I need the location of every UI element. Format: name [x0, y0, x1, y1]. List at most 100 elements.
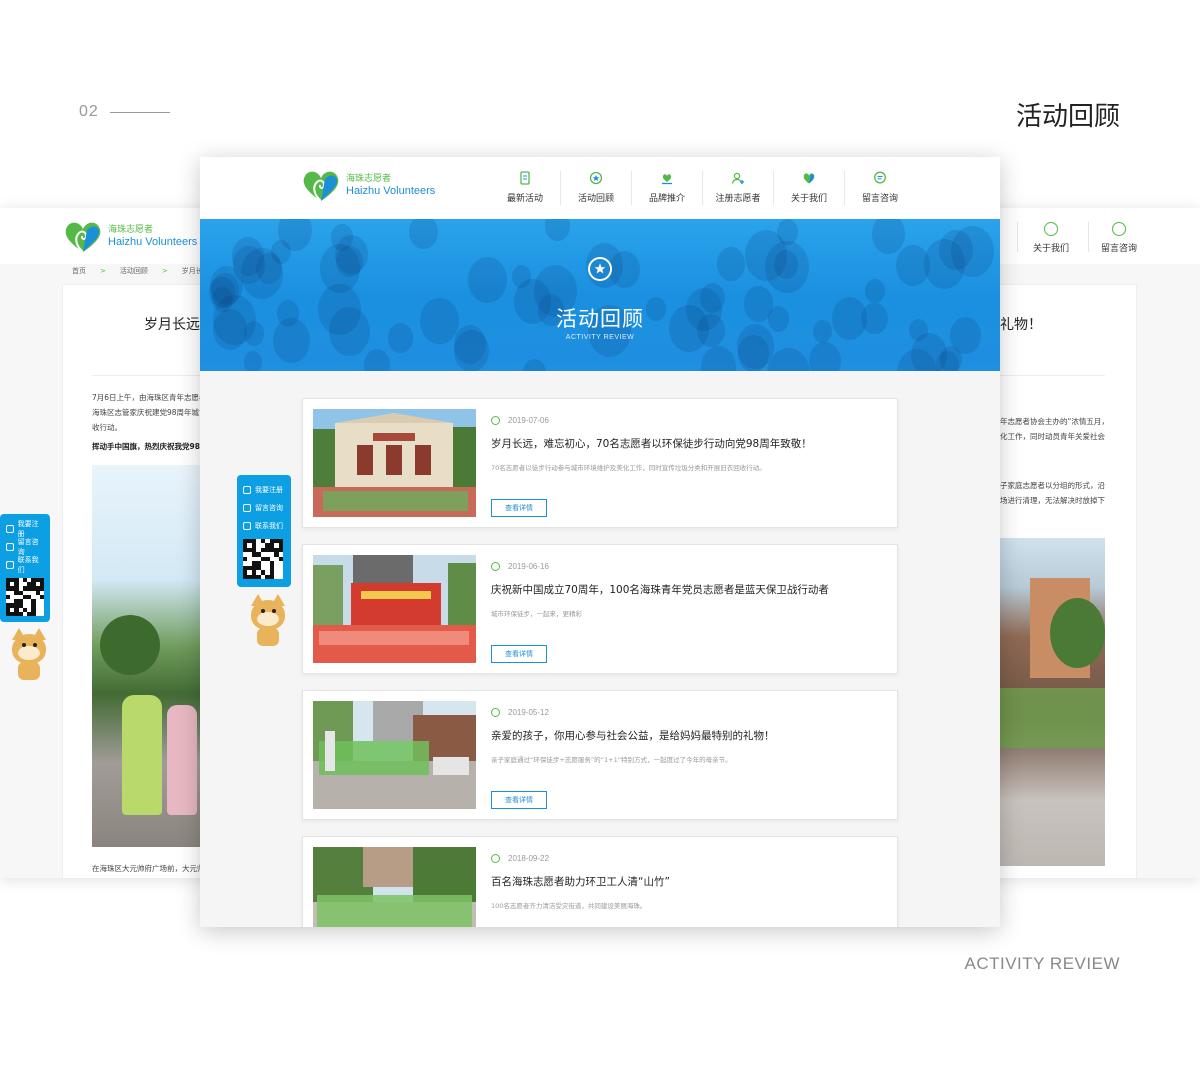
activity-title[interactable]: 亲爱的孩子，你用心参与社会公益，是给妈妈最特别的礼物！: [491, 728, 775, 743]
qr-code: [243, 539, 283, 579]
nav-brand-promotion[interactable]: 品牌推介: [632, 171, 702, 204]
chevron-right-icon: >: [161, 267, 168, 275]
date-text: 2019-07-06: [508, 416, 549, 425]
activity-description: 100名志愿者齐力清洁受灾街道，共同建设美丽海珠。: [491, 902, 647, 910]
banner-title: 活动回顾: [556, 307, 644, 331]
side-label: 联系我们: [17, 556, 39, 574]
chevron-right-icon: >: [100, 267, 106, 275]
activity-card[interactable]: 2019-05-12 亲爱的孩子，你用心参与社会公益，是给妈妈最特别的礼物！ 亲…: [302, 690, 898, 820]
detail-paragraph-right-2: 子家庭志愿者以分组的形式，沿 场进行清理，无法解决时放掉下: [1000, 478, 1105, 508]
section-divider: [110, 112, 170, 113]
clock-icon: [491, 854, 500, 863]
side-label: 留言咨询: [255, 504, 283, 512]
chat-icon: [874, 171, 886, 184]
nav-register-volunteer[interactable]: 注册志愿者: [703, 171, 773, 204]
logo-en: Haizhu Volunteers: [346, 185, 436, 197]
section-subtitle: ACTIVITY REVIEW: [964, 954, 1120, 973]
breadcrumb: 首页>活动回顾>岁月长远...: [72, 266, 216, 276]
para-line: 子家庭志愿者以分组的形式，沿: [1000, 481, 1105, 490]
add-user-icon: [731, 172, 744, 184]
activity-date: 2018-09-22: [491, 854, 549, 863]
para-line: 收行动。: [92, 423, 122, 432]
detail-bold-line: 挥动手中国旗，热烈庆祝我党98: [92, 442, 200, 451]
clock-icon: [491, 708, 500, 717]
logo-cn: 海珠志愿者: [346, 174, 392, 184]
side-register[interactable]: 我要注册: [243, 481, 285, 499]
activity-thumbnail[interactable]: [313, 701, 476, 809]
nav-message-consult[interactable]: 留言咨询: [845, 171, 915, 204]
side-message[interactable]: 留言咨询: [243, 499, 285, 517]
logo-cn: 海珠志愿者: [108, 225, 154, 235]
chat-icon: [1112, 222, 1126, 236]
activity-description: 70名志愿者以徒步行动参与城市环境维护及美化工作，同时宣传垃圾分类和开展旧衣回收…: [491, 464, 766, 472]
nav-activity-review[interactable]: 活动回顾: [561, 171, 631, 204]
detail-logo[interactable]: 海珠志愿者 Haizhu Volunteers: [62, 220, 197, 254]
photo-volunteer: [167, 705, 197, 815]
detail-photo-right: [1000, 538, 1105, 866]
para-line: 年志愿者协会主办的“浓情五月，: [1000, 417, 1109, 426]
nav-latest-activities[interactable]: 最新活动: [490, 171, 560, 204]
side-float-widget: 我要注册 留言咨询 联系我们: [237, 475, 291, 587]
view-details-button[interactable]: 查看详情: [491, 645, 547, 663]
activity-thumbnail[interactable]: [313, 555, 476, 663]
para-line: 场进行清理，无法解决时放掉下: [1000, 496, 1105, 505]
side-label: 我要注册: [255, 486, 283, 494]
section-title: 活动回顾: [1013, 96, 1122, 133]
activity-title[interactable]: 岁月长远，难忘初心，70名志愿者以环保徒步行动向党98周年致敬！: [491, 436, 812, 451]
heart-logo-icon: [803, 173, 815, 184]
nav-label: 留言咨询: [861, 194, 898, 204]
activity-card[interactable]: 2019-06-16 庆祝新中国成立70周年，100名海珠青年党员志愿者是蓝天保…: [302, 544, 898, 674]
activity-date: 2019-07-06: [491, 416, 549, 425]
activity-card[interactable]: 2019-07-06 岁月长远，难忘初心，70名志愿者以环保徒步行动向党98周年…: [302, 398, 898, 528]
side-message[interactable]: 留言咨询: [6, 538, 44, 556]
building-icon: [6, 561, 14, 569]
clock-icon: [491, 416, 500, 425]
activity-date: 2019-05-12: [491, 708, 549, 717]
photo-tree: [1050, 598, 1105, 668]
activity-list-page-screenshot: 海珠志愿者 Haizhu Volunteers 最新活动 活动回顾 品牌推介 注…: [200, 157, 1000, 927]
section-title-text: 活动回顾: [1015, 102, 1120, 132]
activity-date: 2019-06-16: [491, 562, 549, 571]
site-logo[interactable]: 海珠志愿者 Haizhu Volunteers: [300, 169, 435, 203]
detail-caption: 在海珠区大元帅府广场前，大元帅: [92, 864, 205, 873]
side-label: 我要注册: [17, 520, 39, 538]
side-float-widget: 我要注册 留言咨询 联系我们: [0, 514, 50, 622]
user-icon: [6, 525, 14, 533]
activity-thumbnail[interactable]: [313, 409, 476, 517]
date-text: 2019-05-12: [508, 708, 549, 717]
detail-paragraph-left: 7月6日上午，由海珠区青年志愿者 海珠区志管家庆祝建党98周年城市 收行动。: [92, 390, 207, 435]
activity-title[interactable]: 庆祝新中国成立70周年，100名海珠青年党员志愿者是蓝天保卫战行动者: [491, 582, 829, 597]
photo-tree: [100, 615, 160, 675]
heart-hands-icon: [662, 174, 672, 185]
banner-subtitle: ACTIVITY REVIEW: [565, 334, 635, 341]
activity-title[interactable]: 百名海珠志愿者助力环卫工人清“山竹”: [491, 874, 670, 889]
building-icon: [243, 522, 251, 530]
activity-thumbnail[interactable]: [313, 847, 476, 927]
logo-en: Haizhu Volunteers: [108, 236, 198, 248]
detail-nav-message[interactable]: 留言咨询: [1084, 222, 1154, 254]
nav-label: 关于我们: [790, 194, 827, 204]
breadcrumb-home[interactable]: 首页: [72, 267, 86, 275]
view-details-button[interactable]: 查看详情: [491, 791, 547, 809]
activity-card[interactable]: 2018-09-22 百名海珠志愿者助力环卫工人清“山竹” 100名志愿者齐力清…: [302, 836, 898, 927]
side-register[interactable]: 我要注册: [6, 520, 44, 538]
refresh-star-icon: [588, 257, 612, 281]
heart-logo-icon: [303, 171, 339, 202]
para-line: 化工作，同时动员青年关爱社会: [1000, 432, 1105, 441]
para-line: 7月6日上午，由海珠区青年志愿者: [92, 393, 207, 402]
qr-code: [6, 578, 44, 616]
nav-label: 注册志愿者: [715, 194, 761, 204]
detail-nav-about[interactable]: 关于我们: [1016, 222, 1086, 254]
presentation-board: 02 活动回顾 ACTIVITY REVIEW 海珠志愿者 Haizhu Vol…: [0, 0, 1200, 1070]
nav-label: 品牌推介: [648, 194, 685, 204]
side-label: 留言咨询: [17, 538, 39, 556]
user-icon: [243, 486, 251, 494]
breadcrumb-activity-review[interactable]: 活动回顾: [120, 267, 148, 275]
side-contact[interactable]: 联系我们: [243, 517, 285, 535]
side-contact[interactable]: 联系我们: [6, 556, 44, 574]
detail-title-right: 礼物！: [1000, 317, 1042, 333]
nav-about-us[interactable]: 关于我们: [774, 171, 844, 204]
view-details-button[interactable]: 查看详情: [491, 499, 547, 517]
document-icon: [520, 171, 530, 185]
refresh-star-icon: [589, 171, 603, 185]
